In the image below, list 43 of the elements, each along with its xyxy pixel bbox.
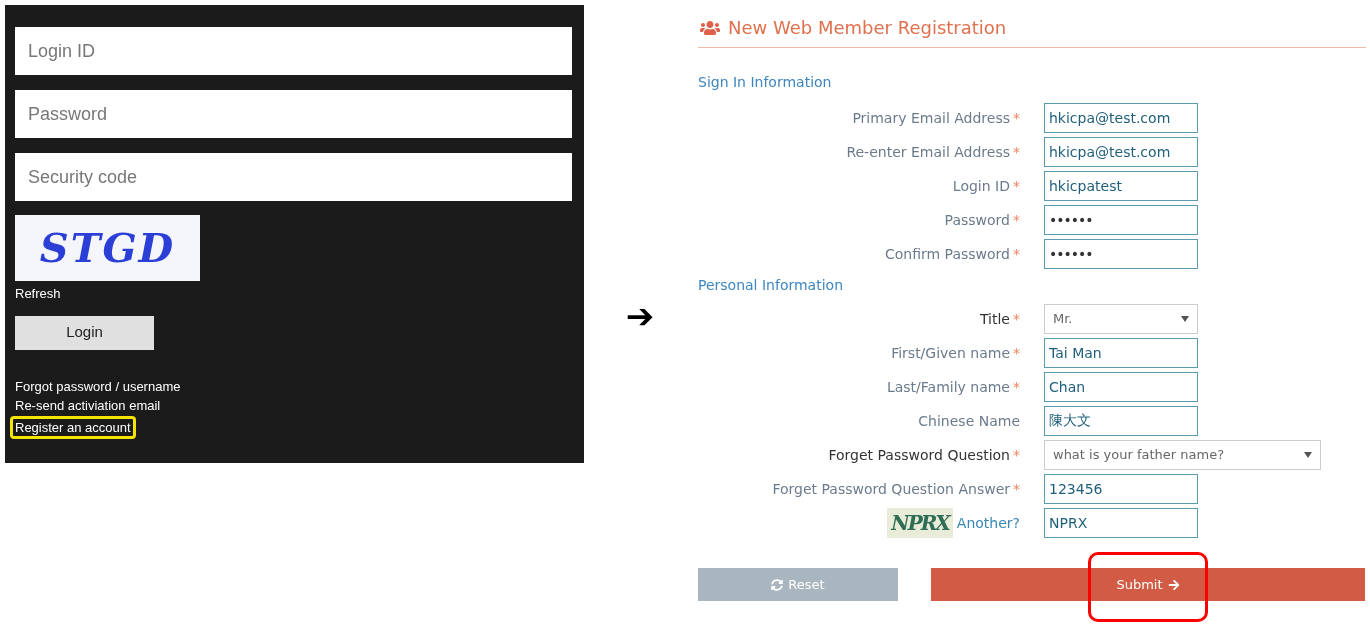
dropdown-caret-icon xyxy=(1181,316,1189,322)
dropdown-caret-icon xyxy=(1304,452,1312,458)
field-label: Password * xyxy=(944,210,1020,230)
input-field[interactable]: Login ID xyxy=(15,27,572,75)
input-field[interactable]: hkicpa@test.com xyxy=(1044,103,1198,133)
captcha-image: NPRX xyxy=(887,508,953,538)
account-link[interactable]: Register an account xyxy=(10,415,136,439)
input-field[interactable]: Tai Man xyxy=(1044,338,1198,368)
captcha-image: STGD xyxy=(15,215,200,281)
field-label: Forget Password Question * xyxy=(828,445,1020,465)
input-field[interactable]: 123456 xyxy=(1044,474,1198,504)
another-captcha-link[interactable]: Another? xyxy=(956,512,1020,534)
field-label: Login ID * xyxy=(952,176,1020,196)
input-field[interactable]: hkicpa@test.com xyxy=(1044,137,1198,167)
input-field[interactable]: hkicpatest xyxy=(1044,171,1198,201)
section-heading: Sign In Information xyxy=(698,73,833,92)
input-field[interactable]: Password xyxy=(15,90,572,138)
submit-button[interactable]: Submit xyxy=(931,568,1365,601)
form-title: New Web Member Registration xyxy=(728,16,1007,40)
field-label: Last/Family name * xyxy=(886,377,1020,397)
login-button[interactable]: Login xyxy=(15,315,154,350)
arrow-right-icon xyxy=(1167,578,1180,591)
field-label: Confirm Password * xyxy=(884,244,1020,264)
refresh-icon xyxy=(771,578,784,591)
field-label: Forget Password Question Answer * xyxy=(772,479,1020,499)
arrow-icon: ➔ xyxy=(625,298,655,333)
input-field[interactable]: •••••• xyxy=(1044,239,1198,269)
input-field[interactable]: NPRX xyxy=(1044,508,1198,538)
refresh-link[interactable]: Refresh xyxy=(15,284,61,304)
account-link[interactable]: Re-send activiation email xyxy=(15,396,161,414)
input-field[interactable]: Security code xyxy=(15,153,572,201)
select-field[interactable]: what is your father name? xyxy=(1044,440,1321,470)
section-heading: Personal Information xyxy=(698,276,844,295)
input-field[interactable]: Chan xyxy=(1044,372,1198,402)
field-label: Primary Email Address * xyxy=(852,108,1020,128)
input-field[interactable]: 陳大文 xyxy=(1044,406,1198,436)
input-field[interactable]: •••••• xyxy=(1044,205,1198,235)
field-label: Chinese Name xyxy=(918,411,1020,431)
field-label: Re-enter Email Address * xyxy=(846,142,1020,162)
account-link[interactable]: Forgot password / username xyxy=(15,377,181,395)
field-label: First/Given name * xyxy=(891,343,1020,363)
select-field[interactable]: Mr. xyxy=(1044,304,1198,334)
field-label: Title * xyxy=(980,309,1020,329)
